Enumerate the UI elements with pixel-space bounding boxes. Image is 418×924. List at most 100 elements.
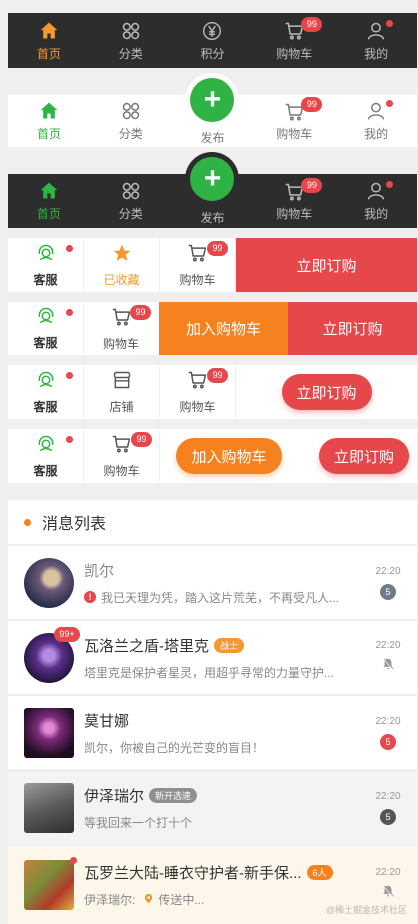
tab-home[interactable]: 首页 — [8, 95, 90, 147]
service-icon — [36, 243, 56, 268]
tab-cart[interactable]: 99 购物车 — [253, 95, 335, 147]
list-item[interactable]: 伊泽瑞尔 新开选速 等我回来一个打十个 22:20 5 — [8, 770, 417, 844]
cart-button[interactable]: 99 购物车 — [160, 365, 236, 419]
tab-mine[interactable]: 我的 — [335, 13, 417, 68]
service-button[interactable]: 客服 — [8, 302, 84, 355]
tab-publish[interactable]: + 发布 — [172, 152, 254, 228]
plus-icon: + — [190, 157, 235, 201]
service-icon — [36, 306, 56, 331]
cart-badge: 99 — [130, 305, 151, 320]
tab-publish-label: 发布 — [200, 210, 225, 225]
tab-category-label: 分类 — [118, 207, 143, 221]
user-icon — [365, 100, 387, 122]
tabbar-light: 首页 分类 + 发布 99 购物车 我的 — [8, 73, 417, 147]
message-time: 22:20 — [375, 867, 401, 878]
buy-now-button[interactable]: 立即订购 — [236, 238, 417, 292]
tab-cart[interactable]: 99 购物车 — [253, 174, 335, 228]
list-item[interactable]: 莫甘娜 凯尔，你被自己的光芒变的盲目！ 22:20 5 — [8, 695, 417, 769]
cart-button[interactable]: 99 购物车 — [160, 238, 236, 292]
tab-mine-label: 我的 — [364, 207, 389, 221]
tab-cart-label: 购物车 — [276, 127, 313, 141]
goods-action-bar-3: 客服 店铺 99 购物车 立即订购 — [8, 365, 417, 419]
cart-badge: 99 — [301, 178, 323, 193]
tab-mine[interactable]: 我的 — [335, 95, 417, 147]
buy-now-button[interactable]: 立即订购 — [319, 438, 409, 474]
buy-now-button[interactable]: 立即订购 — [281, 374, 372, 410]
user-icon — [365, 20, 387, 42]
service-button[interactable]: 客服 — [8, 429, 84, 483]
tab-publish[interactable]: + 发布 — [172, 73, 254, 147]
sender-name: 伊泽瑞尔: — [84, 893, 136, 907]
cart-badge: 99 — [131, 432, 152, 447]
contact-name: 凯尔 — [84, 562, 115, 580]
message-time: 22:20 — [375, 639, 401, 651]
service-icon — [36, 370, 56, 395]
buy-now-button[interactable]: 立即订购 — [288, 302, 417, 355]
tabbar-dark: 首页 分类 积分 99 购物车 我的 — [8, 13, 417, 68]
yen-icon — [201, 20, 223, 42]
cart-button[interactable]: 99 购物车 — [84, 302, 159, 355]
message-preview: 我已天理为凭，踏入这片荒芜，不再受凡人... — [101, 590, 340, 605]
list-item[interactable]: 凯尔 ! 我已天理为凭，踏入这片荒芜，不再受凡人... 22:20 5 — [8, 545, 417, 619]
tab-home[interactable]: 首页 — [8, 13, 90, 68]
star-icon — [112, 243, 132, 268]
tab-category[interactable]: 分类 — [90, 95, 172, 147]
notification-dot — [66, 436, 73, 443]
goods-action-bar-2: 客服 99 购物车 加入购物车 立即订购 — [8, 302, 417, 355]
role-tag: 战士 — [214, 637, 245, 653]
add-to-cart-button[interactable]: 加入购物车 — [159, 302, 288, 355]
tab-mine[interactable]: 我的 — [335, 174, 417, 228]
avatar: 99+ — [24, 626, 80, 683]
favorite-button[interactable]: 已收藏 — [84, 238, 160, 292]
add-to-cart-button[interactable]: 加入购物车 — [176, 438, 282, 474]
shop-label: 店铺 — [109, 399, 134, 414]
list-item[interactable]: 99+ 瓦洛兰之盾-塔里克 战士 塔里克是保护者星灵，用超乎寻常的力量守护... … — [8, 620, 417, 694]
notification-dot — [66, 372, 73, 379]
service-label: 客服 — [33, 399, 58, 414]
message-list-header: 消息列表 — [8, 500, 417, 544]
goods-action-bar-1: 客服 已收藏 99 购物车 立即订购 — [8, 238, 417, 292]
cart-button[interactable]: 99 购物车 — [84, 429, 160, 483]
notification-dot — [386, 20, 394, 27]
error-icon: ! — [84, 591, 96, 603]
tabbar-dark-fab: 首页 分类 + 发布 99 购物车 我的 — [8, 152, 417, 228]
status-tag: 新开选速 — [149, 787, 198, 803]
tab-category-label: 分类 — [118, 127, 143, 141]
bullet-dot — [24, 518, 31, 526]
tab-category-label: 分类 — [118, 46, 143, 61]
cart-icon — [187, 369, 208, 395]
tab-cart-label: 购物车 — [276, 46, 313, 61]
tab-category[interactable]: 分类 — [90, 174, 172, 228]
message-preview: 凯尔，你被自己的光芒变的盲目！ — [84, 740, 265, 755]
tab-points-label: 积分 — [200, 46, 225, 61]
unread-count: 5 — [380, 808, 396, 825]
user-icon — [365, 180, 387, 202]
category-icon — [120, 20, 142, 42]
tab-home-label: 首页 — [36, 207, 61, 221]
message-preview: 传送中... — [158, 893, 205, 907]
notification-dot — [66, 309, 73, 316]
service-button[interactable]: 客服 — [8, 238, 84, 292]
tab-home-label: 首页 — [36, 46, 61, 61]
list-item[interactable]: 瓦罗兰大陆-睡衣守护者-新手保... 6人 伊泽瑞尔: 传送中... 22:20 @… — [8, 845, 417, 924]
contact-name: 莫甘娜 — [84, 712, 130, 730]
shop-icon — [112, 370, 132, 395]
tab-cart-label: 购物车 — [276, 207, 313, 221]
message-list-title: 消息列表 — [42, 516, 107, 533]
shop-button[interactable]: 店铺 — [84, 365, 160, 419]
tab-points[interactable]: 积分 — [172, 13, 254, 68]
service-label: 客服 — [33, 272, 58, 287]
category-icon — [120, 180, 142, 202]
location-icon — [143, 893, 154, 907]
tab-home[interactable]: 首页 — [8, 174, 90, 228]
cart-icon — [111, 433, 132, 459]
publish-fab[interactable]: + — [185, 73, 240, 127]
plus-icon: + — [190, 78, 235, 122]
tab-category[interactable]: 分类 — [90, 13, 172, 68]
message-time: 22:20 — [375, 565, 401, 577]
service-label: 客服 — [33, 463, 58, 478]
publish-fab[interactable]: + — [185, 152, 240, 206]
tab-cart[interactable]: 99 购物车 — [253, 13, 335, 68]
service-button[interactable]: 客服 — [8, 365, 84, 419]
avatar — [24, 557, 74, 608]
